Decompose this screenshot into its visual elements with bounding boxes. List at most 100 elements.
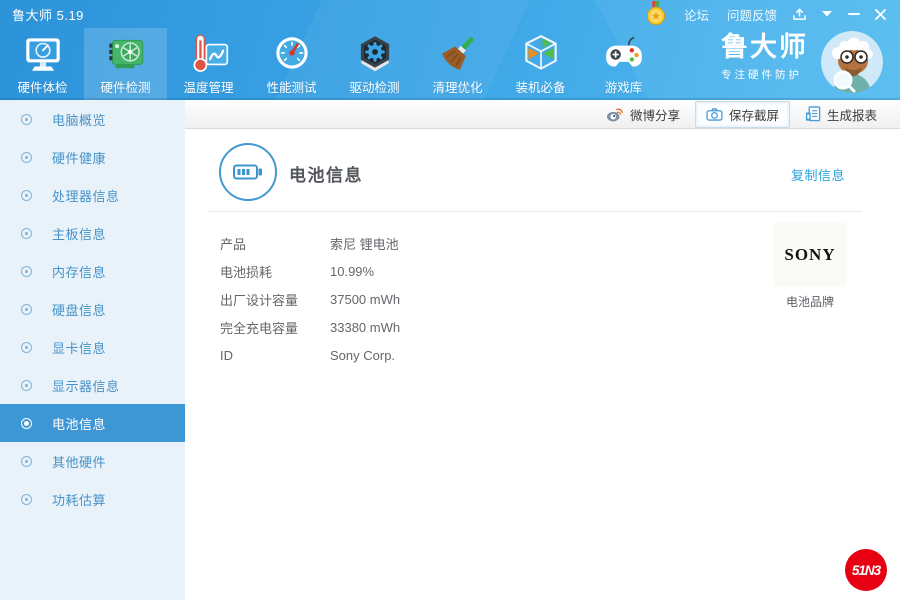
titlebar-controls: 论坛 问题反馈: [645, 0, 894, 28]
radio-icon: [21, 189, 32, 201]
page-title: 电池信息: [289, 166, 363, 185]
mascot-icon: [821, 31, 883, 93]
toolbar-item-label: 温度管理: [183, 81, 234, 95]
radio-icon: [21, 455, 32, 467]
field-value: 37500 mWh: [330, 291, 401, 307]
sidebar-item-label: 内存信息: [52, 264, 107, 280]
table-row: ID Sony Corp.: [220, 341, 400, 369]
radio-icon: [21, 265, 32, 277]
gear-hexagon-icon: [360, 36, 389, 72]
report-icon: [805, 106, 821, 122]
sidebar-item-label: 电脑概览: [52, 112, 107, 128]
camera-icon: [706, 107, 723, 121]
field-value: 索尼 锂电池: [330, 236, 399, 252]
sidebar-item-label: 显示器信息: [52, 378, 120, 394]
battery-info-table: 产品 索尼 锂电池 电池损耗 10.99% 出厂设计容量 37500 mWh 完…: [220, 229, 400, 369]
sony-logo-text: SONY: [784, 245, 836, 264]
action-bar: 微博分享 保存截屏 生成报表: [185, 100, 900, 129]
battery-brand-caption: 电池品牌: [785, 295, 834, 309]
sidebar-item-label: 显卡信息: [52, 340, 107, 356]
sidebar-item-label: 硬件健康: [52, 150, 107, 166]
radio-icon: [21, 379, 32, 391]
field-label: ID: [220, 347, 233, 363]
sidebar-item-battery-info[interactable]: 电池信息: [0, 404, 185, 442]
table-row: 出厂设计容量 37500 mWh: [220, 285, 400, 313]
generate-report-label: 生成报表: [826, 108, 877, 123]
menu-caret-icon[interactable]: [813, 0, 840, 28]
sidebar-item-gpu-info[interactable]: 显卡信息: [0, 328, 185, 366]
sidebar-item-power-estimate[interactable]: 功耗估算: [0, 480, 185, 518]
sidebar-item-hardware-health[interactable]: 硬件健康: [0, 138, 185, 176]
thermometer-chart-icon: [193, 34, 228, 72]
copy-info-link[interactable]: 复制信息: [791, 165, 845, 184]
toolbar-item-label: 驱动检测: [349, 81, 400, 95]
sidebar-item-memory-info[interactable]: 内存信息: [0, 252, 185, 290]
generate-report-button[interactable]: 生成报表: [794, 101, 888, 128]
toolbar-item-driver-detect[interactable]: 驱动检测: [333, 28, 416, 100]
toolbar-item-benchmark[interactable]: 性能测试: [250, 28, 333, 100]
toolbar-item-essential-software[interactable]: 装机必备: [499, 28, 582, 100]
toolbar-item-temperature[interactable]: 温度管理: [167, 28, 250, 100]
sidebar-item-monitor-info[interactable]: 显示器信息: [0, 366, 185, 404]
monitor-checkup-icon: [25, 38, 60, 71]
share-icon[interactable]: [786, 0, 813, 28]
toolbar-item-hardware-detect[interactable]: 硬件检测: [84, 28, 167, 100]
close-button[interactable]: [867, 0, 894, 28]
mascot-avatar[interactable]: [821, 31, 883, 93]
divider: [208, 211, 862, 212]
sidebar-item-label: 其他硬件: [52, 454, 107, 470]
toolbar-item-game-library[interactable]: 游戏库: [582, 28, 665, 100]
field-label: 完全充电容量: [220, 320, 299, 336]
sidebar-item-label: 功耗估算: [52, 492, 107, 508]
brand-logo: 鲁大师 专注硬件防护: [721, 32, 808, 82]
main-toolbar: 硬件体检 硬件检测 温度管理 性能测试 驱动检测 清理优化 装机必备 游戏库: [1, 28, 665, 100]
battery-circle-badge: [219, 143, 277, 201]
radio-icon: [21, 341, 32, 353]
save-screenshot-button[interactable]: 保存截屏: [694, 100, 790, 128]
sidebar-item-disk-info[interactable]: 硬盘信息: [0, 290, 185, 328]
toolbar-item-label: 装机必备: [515, 81, 566, 95]
weibo-icon: [606, 108, 623, 122]
battery-info-panel: 电池信息 复制信息 产品 索尼 锂电池 电池损耗 10.99% 出厂设计容量 3…: [185, 129, 900, 600]
sidebar-item-computer-overview[interactable]: 电脑概览: [0, 100, 185, 138]
save-screenshot-label: 保存截屏: [728, 108, 779, 123]
radio-icon: [21, 151, 32, 163]
sidebar-item-label: 硬盘信息: [52, 302, 107, 318]
speed-gauge-icon: [275, 37, 308, 69]
field-label: 产品: [220, 236, 247, 252]
table-row: 产品 索尼 锂电池: [220, 229, 400, 257]
minimize-button[interactable]: [840, 0, 867, 28]
software-cube-icon: [524, 35, 557, 70]
brand-slogan: 专注硬件防护: [721, 68, 802, 81]
weibo-share-label: 微博分享: [629, 108, 680, 123]
toolbar-item-hardware-checkup[interactable]: 硬件体检: [1, 28, 84, 100]
watermark-text: 51N3: [851, 562, 881, 578]
radio-icon: [21, 417, 32, 429]
sidebar-item-motherboard-info[interactable]: 主板信息: [0, 214, 185, 252]
toolbar-item-label: 清理优化: [432, 81, 483, 95]
field-value: Sony Corp.: [330, 347, 396, 363]
table-row: 完全充电容量 33380 mWh: [220, 313, 400, 341]
field-value: 10.99%: [330, 263, 375, 279]
sidebar-item-cpu-info[interactable]: 处理器信息: [0, 176, 185, 214]
battery-brand-logo: SONY: [773, 223, 847, 287]
field-label: 出厂设计容量: [220, 292, 299, 308]
sidebar-item-label: 电池信息: [52, 416, 107, 432]
battery-icon: [233, 164, 262, 179]
brand-name: 鲁大师: [721, 32, 808, 62]
sidebar-item-other-hardware[interactable]: 其他硬件: [0, 442, 185, 480]
toolbar-item-label: 性能测试: [266, 81, 317, 95]
forum-link[interactable]: 论坛: [675, 5, 718, 24]
gamepad-icon: [605, 36, 642, 67]
sidebar-item-label: 主板信息: [52, 226, 107, 242]
field-value: 33380 mWh: [330, 319, 401, 335]
toolbar-item-cleanup[interactable]: 清理优化: [416, 28, 499, 100]
weibo-share-button[interactable]: 微博分享: [595, 101, 691, 128]
sidebar-nav: 电脑概览 硬件健康 处理器信息 主板信息 内存信息 硬盘信息 显卡信息 显示器信…: [0, 100, 185, 600]
titlebar[interactable]: 鲁大师 5.19 论坛 问题反馈: [0, 0, 900, 28]
medal-icon[interactable]: [645, 1, 667, 27]
feedback-link[interactable]: 问题反馈: [718, 5, 786, 24]
radio-icon: [21, 227, 32, 239]
gpu-card-icon: [108, 39, 143, 69]
table-row: 电池损耗 10.99%: [220, 257, 400, 285]
